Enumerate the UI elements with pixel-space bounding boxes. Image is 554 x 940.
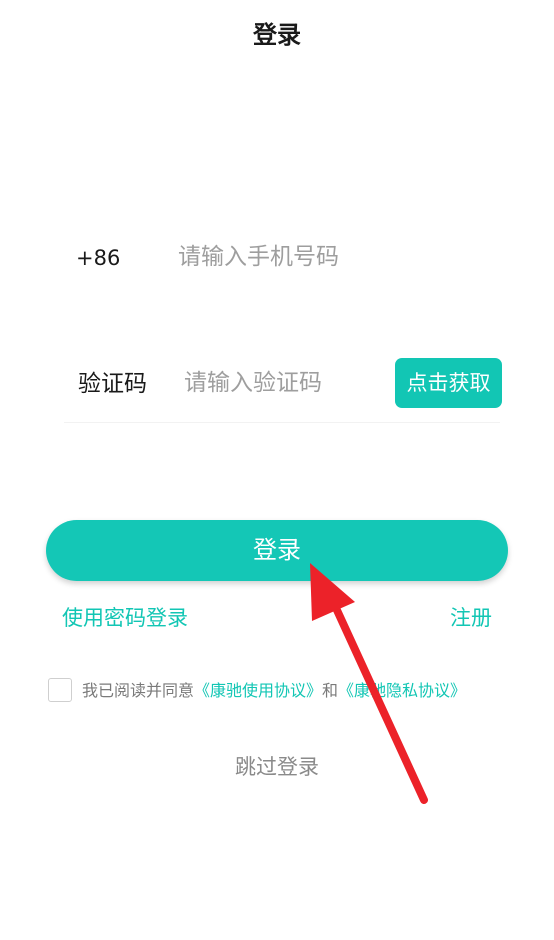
- verification-code-input[interactable]: [184, 368, 384, 398]
- login-button[interactable]: 登录: [46, 520, 508, 581]
- phone-row: +86: [64, 230, 500, 286]
- page-title: 登录: [253, 21, 301, 49]
- country-code-prefix[interactable]: +86: [76, 244, 120, 272]
- arrow-pointer-icon: [310, 563, 428, 804]
- verification-code-label: 验证码: [78, 371, 147, 397]
- agreement-and-text: 和: [322, 681, 339, 700]
- phone-input[interactable]: [178, 242, 488, 272]
- agreement-prefix-text: 我已阅读并同意: [82, 681, 195, 700]
- privacy-link[interactable]: 《康驰隐私协议》: [338, 681, 466, 700]
- agreement-row: 我已阅读并同意《康驰使用协议》和《康驰隐私协议》: [48, 678, 518, 706]
- password-login-link[interactable]: 使用密码登录: [62, 603, 188, 633]
- register-link[interactable]: 注册: [450, 603, 492, 633]
- skip-login-link[interactable]: 跳过登录: [0, 752, 554, 782]
- verification-code-row: 验证码 点击获取: [64, 352, 502, 423]
- terms-link[interactable]: 《康驰使用协议》: [194, 681, 322, 700]
- agreement-text: 我已阅读并同意《康驰使用协议》和《康驰隐私协议》: [82, 678, 466, 704]
- agreement-checkbox[interactable]: [48, 678, 72, 702]
- get-code-button[interactable]: 点击获取: [395, 358, 502, 408]
